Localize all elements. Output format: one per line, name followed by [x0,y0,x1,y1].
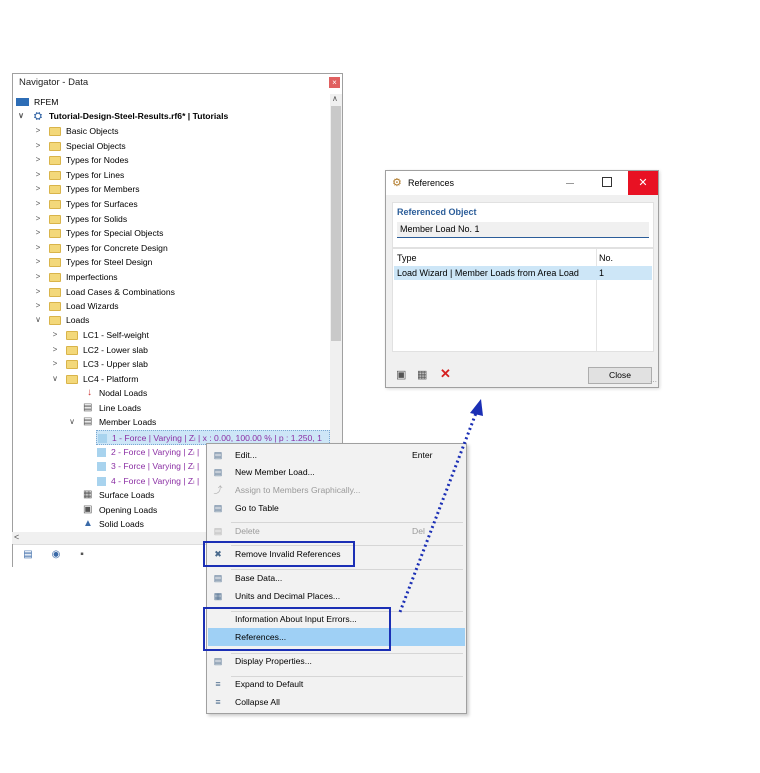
referenced-object-section: Referenced Object Member Load No. 1 [392,202,654,248]
referenced-object-field: Member Load No. 1 [397,222,649,238]
col-header-type: Type [397,253,417,263]
close-icon[interactable]: ✕ [628,171,658,195]
referenced-object-label: Referenced Object [397,207,477,217]
close-button[interactable]: Close [588,367,652,384]
table-icon[interactable]: ▦ [417,368,427,381]
references-dialog: ⚙ References ✕ Referenced Object Member … [385,170,659,388]
delete-icon[interactable]: ✕ [440,366,451,382]
arrow-line [398,412,478,613]
references-titlebar[interactable]: ⚙ References ✕ [386,171,658,195]
column-divider [596,249,597,351]
maximize-icon[interactable] [602,177,612,187]
new-window-icon[interactable]: ▣ [396,368,406,381]
row-type: Load Wizard | Member Loads from Area Loa… [397,268,579,278]
table-row[interactable]: Load Wizard | Member Loads from Area Loa… [394,266,652,280]
references-title: References [408,178,455,188]
col-header-no: No. [599,253,614,263]
referenced-object-value: Member Load No. 1 [400,224,480,234]
row-no: 1 [599,268,605,278]
references-icon: ⚙ [392,177,402,189]
minimize-icon[interactable] [566,183,574,184]
resize-grip-icon[interactable]: ⋯ [650,378,657,386]
arrow-head [470,399,483,416]
references-table: Type No. Load Wizard | Member Loads from… [392,248,654,352]
